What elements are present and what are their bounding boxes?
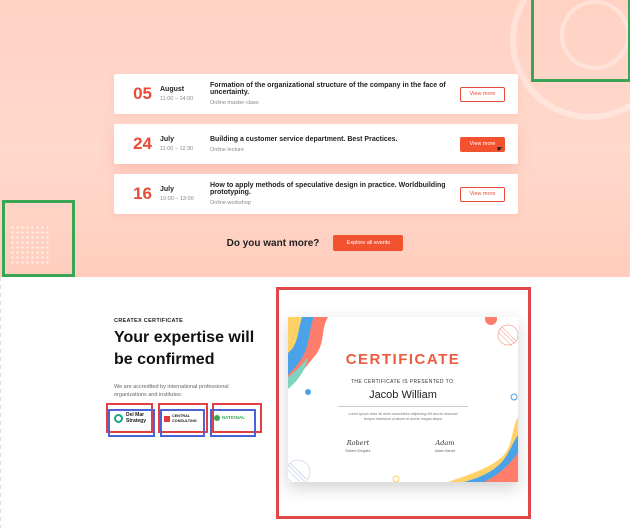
divider	[338, 406, 468, 407]
signature-name: Adam Harold	[434, 449, 456, 453]
event-date: July 11:00 – 12:30	[160, 136, 210, 152]
event-month: July	[160, 186, 175, 193]
event-day: 16	[133, 184, 152, 203]
dashed-border	[0, 277, 1, 528]
highlight-frame	[531, 0, 630, 82]
logo-line: CONSULTING	[172, 418, 197, 423]
pointer-cursor-icon: ☛	[496, 145, 503, 153]
national-logo-icon	[214, 415, 220, 421]
event-title: How to apply methods of speculative desi…	[210, 182, 446, 196]
central-logo-icon	[164, 415, 170, 422]
partner-logo-del-mar: Del Mar Strategy	[114, 412, 146, 424]
event-card: 05 August 11:00 – 14:00 Formation of the…	[114, 74, 518, 114]
section-headline: Your expertise will be confirmed	[114, 329, 255, 368]
event-month: August	[160, 86, 185, 93]
event-month: July	[160, 136, 175, 143]
highlight-frame	[210, 409, 256, 437]
event-title: Formation of the organizational structur…	[210, 82, 446, 96]
view-more-button[interactable]: View more	[460, 86, 505, 102]
event-info: Formation of the organizational structur…	[210, 82, 460, 106]
signature-script: Robert	[346, 439, 370, 447]
event-time: 11:00 – 14:00	[160, 96, 194, 102]
event-info: How to apply methods of speculative desi…	[210, 182, 460, 206]
del-mar-logo-icon	[114, 413, 123, 423]
certificate-recipient-name: Jacob William	[369, 389, 437, 401]
certificate-image: CERTIFICATE THE CERTIFICATE IS PRESENTED…	[288, 317, 518, 482]
signature-name: Robert Gregoire	[345, 449, 371, 453]
accreditation-text: We are accredited by international profe…	[114, 384, 229, 398]
more-events-row: Do you want more? Explore all events	[0, 235, 630, 251]
event-day: 05	[133, 84, 152, 103]
event-type: Online workshop	[210, 200, 251, 206]
partner-logo-national: NATIONAL	[214, 415, 245, 421]
event-type: Online master-class	[210, 100, 259, 106]
event-type: Online lecture	[210, 146, 244, 153]
logo-line: Strategy	[126, 418, 147, 424]
event-day: 24	[133, 134, 152, 153]
partner-logo-central-consulting: CENTRAL CONSULTING	[164, 414, 197, 423]
more-events-text: Do you want more?	[226, 237, 320, 249]
event-info: Building a customer service department. …	[210, 136, 460, 153]
event-date: August 11:00 – 14:00	[160, 86, 210, 102]
signature-script: Adam	[435, 439, 455, 447]
logo-line: NATIONAL	[222, 415, 245, 420]
event-time: 11:00 – 12:30	[160, 146, 194, 152]
certificate-description: Lorem ipsum dolor sit amet consectetur a…	[348, 412, 458, 421]
certificate-presented-to: THE CERTIFICATE IS PRESENTED TO:	[350, 379, 456, 385]
certificate-title: CERTIFICATE	[345, 351, 461, 368]
view-more-button[interactable]: View more ☛	[460, 136, 505, 153]
event-date: July 10:00 – 13:00	[160, 186, 210, 202]
signature: Robert Robert Gregoire	[333, 439, 383, 453]
signature: Adam Adam Harold	[420, 439, 470, 453]
explore-all-events-button[interactable]: Explore all events	[333, 235, 404, 251]
event-card: 16 July 10:00 – 13:00 How to apply metho…	[114, 174, 518, 214]
section-eyebrow: CREATEX CERTIFICATE	[114, 318, 184, 324]
view-more-label: View more	[469, 141, 496, 147]
event-card: 24 July 11:00 – 12:30 Building a custome…	[114, 124, 518, 164]
view-more-button[interactable]: View more	[460, 186, 505, 202]
event-title: Building a customer service department. …	[210, 135, 398, 143]
event-time: 10:00 – 13:00	[160, 196, 194, 202]
